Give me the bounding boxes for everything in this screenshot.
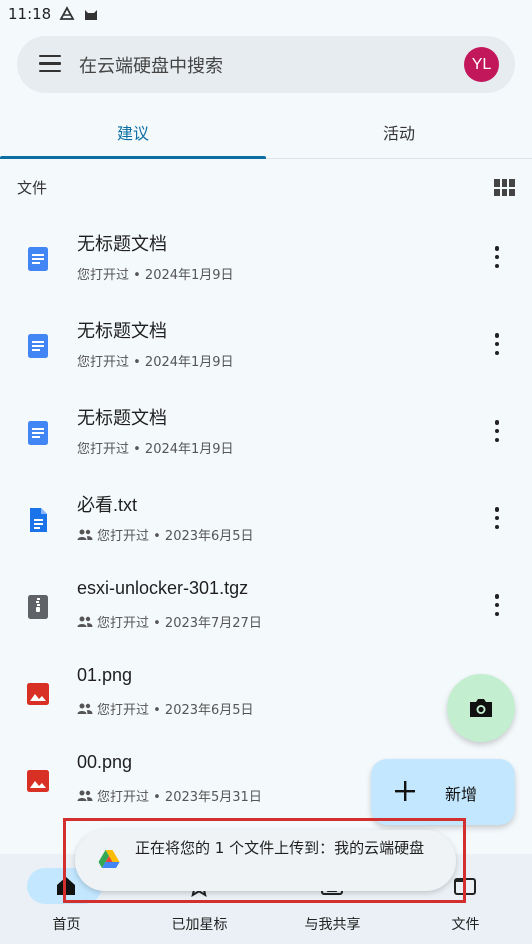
shared-people-icon: [77, 703, 93, 714]
section-title: 文件: [17, 179, 48, 197]
more-options-icon[interactable]: [494, 333, 500, 355]
plus-icon: [395, 781, 415, 801]
file-meta-text: 您打开过 • 2024年1月9日: [77, 268, 234, 283]
grid-view-icon[interactable]: [494, 179, 515, 196]
text-file-icon: [30, 508, 47, 532]
file-name: 00.png: [77, 752, 133, 772]
nav-label: 已加星标: [171, 917, 228, 933]
file-meta-text: 您打开过 • 2023年5月31日: [97, 790, 262, 805]
shared-people-icon: [77, 529, 93, 540]
file-meta: 您打开过 • 2023年6月5日: [77, 699, 254, 718]
file-meta-text: 您打开过 • 2023年6月5日: [97, 703, 254, 718]
new-button-label: 新增: [445, 785, 478, 804]
menu-icon[interactable]: [39, 55, 61, 73]
shared-people-icon: [77, 790, 93, 801]
list-item[interactable]: 无标题文档 您打开过 • 2024年1月9日: [0, 303, 532, 390]
camera-icon: [470, 699, 492, 717]
tab-suggested[interactable]: 建议: [0, 104, 266, 159]
more-options-icon[interactable]: [494, 246, 500, 268]
tab-indicator: [0, 156, 266, 159]
google-doc-icon: [28, 421, 48, 445]
file-meta: 您打开过 • 2024年1月9日: [77, 351, 234, 370]
nav-label: 首页: [52, 917, 81, 933]
highlight-box: [63, 818, 466, 903]
shared-people-icon: [77, 616, 93, 627]
file-name: esxi-unlocker-301.tgz: [77, 578, 249, 598]
file-meta-text: 您打开过 • 2024年1月9日: [77, 355, 234, 370]
search-input[interactable]: 在云端硬盘中搜索: [79, 52, 223, 78]
search-bar[interactable]: 在云端硬盘中搜索 YL: [17, 36, 515, 93]
google-doc-icon: [28, 247, 48, 271]
android-cat-icon: [85, 10, 98, 20]
file-meta-text: 您打开过 • 2023年7月27日: [97, 616, 262, 631]
image-file-icon: [27, 683, 49, 705]
list-item[interactable]: 无标题文档 您打开过 • 2024年1月9日: [0, 216, 532, 303]
drive-status-icon: [59, 6, 75, 20]
avatar[interactable]: YL: [464, 47, 499, 82]
file-meta-text: 您打开过 • 2024年1月9日: [77, 442, 234, 457]
file-name: 必看.txt: [77, 495, 138, 515]
nav-label: 文件: [451, 917, 480, 933]
file-meta: 您打开过 • 2023年7月27日: [77, 612, 262, 631]
tab-activity[interactable]: 活动: [266, 104, 532, 159]
file-name: 无标题文档: [77, 321, 167, 341]
new-button[interactable]: 新增: [371, 759, 515, 825]
archive-file-icon: [28, 595, 48, 619]
file-name: 01.png: [77, 665, 133, 685]
list-item[interactable]: esxi-unlocker-301.tgz 您打开过 • 2023年7月27日: [0, 564, 532, 651]
list-item[interactable]: 无标题文档 您打开过 • 2024年1月9日: [0, 390, 532, 477]
nav-label: 与我共享: [304, 917, 361, 933]
more-options-icon[interactable]: [494, 420, 500, 442]
list-item[interactable]: 必看.txt 您打开过 • 2023年6月5日: [0, 477, 532, 564]
image-file-icon: [27, 770, 49, 792]
more-options-icon[interactable]: [494, 594, 500, 616]
more-options-icon[interactable]: [494, 507, 500, 529]
file-meta-text: 您打开过 • 2023年6月5日: [97, 529, 254, 544]
tab-bar: 建议 活动: [0, 104, 532, 159]
scan-camera-button[interactable]: [447, 674, 515, 742]
status-time: 11:18: [8, 5, 52, 23]
status-bar: 11:18: [0, 0, 532, 28]
file-name: 无标题文档: [77, 408, 167, 428]
file-meta: 您打开过 • 2023年5月31日: [77, 786, 262, 805]
file-meta: 您打开过 • 2023年6月5日: [77, 525, 254, 544]
file-meta: 您打开过 • 2024年1月9日: [77, 264, 234, 283]
file-name: 无标题文档: [77, 234, 167, 254]
file-meta: 您打开过 • 2024年1月9日: [77, 438, 234, 457]
google-doc-icon: [28, 334, 48, 358]
